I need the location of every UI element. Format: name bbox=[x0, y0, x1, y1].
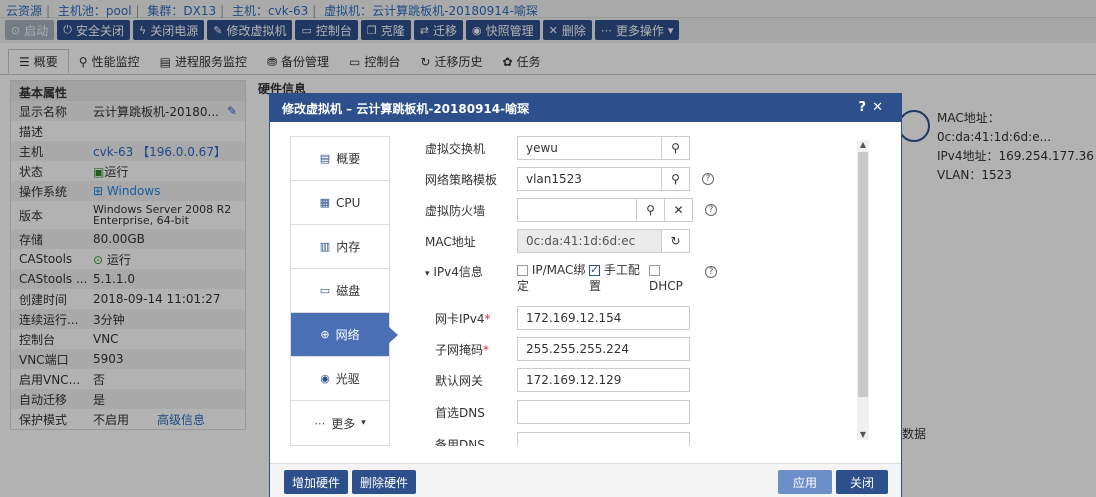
nav-cdrom[interactable]: ◉ 光驱 bbox=[291, 357, 389, 401]
manual-config-checkbox[interactable] bbox=[589, 262, 600, 278]
dialog-footer: 增加硬件 删除硬件 应用 关闭 bbox=[270, 463, 901, 497]
search-icon[interactable]: ⚲ bbox=[637, 198, 665, 222]
dns1-label: 首选DNS bbox=[435, 405, 485, 420]
mac-input[interactable]: 0c:da:41:1d:6d:ec bbox=[517, 229, 662, 253]
globe-icon: ⊕ bbox=[320, 328, 330, 341]
policy-input[interactable]: vlan1523 bbox=[517, 167, 662, 191]
add-hardware-button[interactable]: 增加硬件 bbox=[284, 470, 349, 494]
form-scrollbar[interactable]: ▲ ▼ bbox=[857, 140, 869, 440]
summary-icon: ▤ bbox=[319, 152, 331, 165]
gateway-input[interactable]: 172.169.12.129 bbox=[517, 368, 690, 392]
nav-cpu[interactable]: ▦ CPU bbox=[291, 181, 389, 225]
close-button[interactable]: 关闭 bbox=[836, 470, 888, 494]
dialog-header: 修改虚拟机 – 云计算跳板机-20180914-喻琛 ?✕ bbox=[270, 94, 901, 122]
nav-memory[interactable]: ▥ 内存 bbox=[291, 225, 389, 269]
cpu-icon: ▦ bbox=[319, 196, 330, 209]
dhcp-checkbox[interactable] bbox=[649, 265, 660, 276]
vswitch-input[interactable]: yewu bbox=[517, 136, 662, 160]
nav-more[interactable]: ⋯ 更多 ▾ bbox=[291, 401, 389, 445]
remove-hardware-button[interactable]: 删除硬件 bbox=[352, 470, 417, 494]
dns2-input[interactable] bbox=[517, 432, 690, 446]
help-icon[interactable]: ? bbox=[705, 266, 717, 278]
disk-icon: ▭ bbox=[319, 284, 331, 297]
more-icon: ⋯ bbox=[314, 416, 326, 430]
mask-label: 子网掩码 bbox=[435, 342, 484, 357]
network-form: 虚拟交换机 yewu ⚲ 网络策略模板 vlan1523 ⚲ ? 虚拟防火墙 ⚲… bbox=[425, 136, 865, 446]
nav-disk[interactable]: ▭ 磁盘 bbox=[291, 269, 389, 313]
expand-icon[interactable]: ▾ bbox=[425, 269, 430, 279]
dialog-title: 修改虚拟机 – 云计算跳板机-20180914-喻琛 bbox=[282, 102, 530, 116]
dialog-nav: ▤ 概要 ▦ CPU ▥ 内存 ▭ 磁盘 ⊕ 网络 ◉ 光驱 ⋯ 更多 ▾ bbox=[290, 136, 398, 446]
ip-input[interactable]: 172.169.12.154 bbox=[517, 306, 690, 330]
cdrom-icon: ◉ bbox=[320, 372, 330, 385]
ip-label: 网卡IPv4 bbox=[435, 311, 485, 326]
chevron-down-icon: ▾ bbox=[361, 418, 366, 428]
memory-icon: ▥ bbox=[319, 240, 331, 253]
nav-summary[interactable]: ▤ 概要 bbox=[291, 137, 389, 181]
scroll-up-icon[interactable]: ▲ bbox=[857, 140, 869, 150]
firewall-input[interactable] bbox=[517, 198, 637, 222]
mask-input[interactable]: 255.255.255.224 bbox=[517, 337, 690, 361]
policy-label: 网络策略模板 bbox=[425, 172, 498, 187]
close-icon[interactable]: ✕ bbox=[872, 100, 889, 115]
firewall-label: 虚拟防火墙 bbox=[425, 203, 486, 218]
gateway-label: 默认网关 bbox=[435, 373, 484, 388]
dns2-label: 备用DNS bbox=[435, 437, 485, 447]
clear-icon[interactable]: ✕ bbox=[665, 198, 693, 222]
search-icon[interactable]: ⚲ bbox=[662, 136, 690, 160]
ipv4-label: IPv4信息 bbox=[433, 265, 483, 279]
scroll-down-icon[interactable]: ▼ bbox=[857, 430, 869, 440]
scrollbar-thumb[interactable] bbox=[858, 152, 868, 397]
ip-mac-bind-checkbox[interactable] bbox=[517, 265, 528, 276]
modify-vm-dialog: 修改虚拟机 – 云计算跳板机-20180914-喻琛 ?✕ ▤ 概要 ▦ CPU ▥… bbox=[269, 93, 902, 497]
help-icon[interactable]: ? bbox=[702, 173, 714, 185]
nav-network[interactable]: ⊕ 网络 bbox=[291, 313, 398, 357]
refresh-icon[interactable]: ↻ bbox=[662, 229, 690, 253]
dns1-input[interactable] bbox=[517, 400, 690, 424]
help-icon[interactable]: ? bbox=[705, 204, 717, 216]
search-icon[interactable]: ⚲ bbox=[662, 167, 690, 191]
mac-label: MAC地址 bbox=[425, 234, 476, 249]
help-icon[interactable]: ? bbox=[859, 100, 873, 115]
vswitch-label: 虚拟交换机 bbox=[425, 141, 486, 156]
apply-button[interactable]: 应用 bbox=[778, 470, 832, 494]
